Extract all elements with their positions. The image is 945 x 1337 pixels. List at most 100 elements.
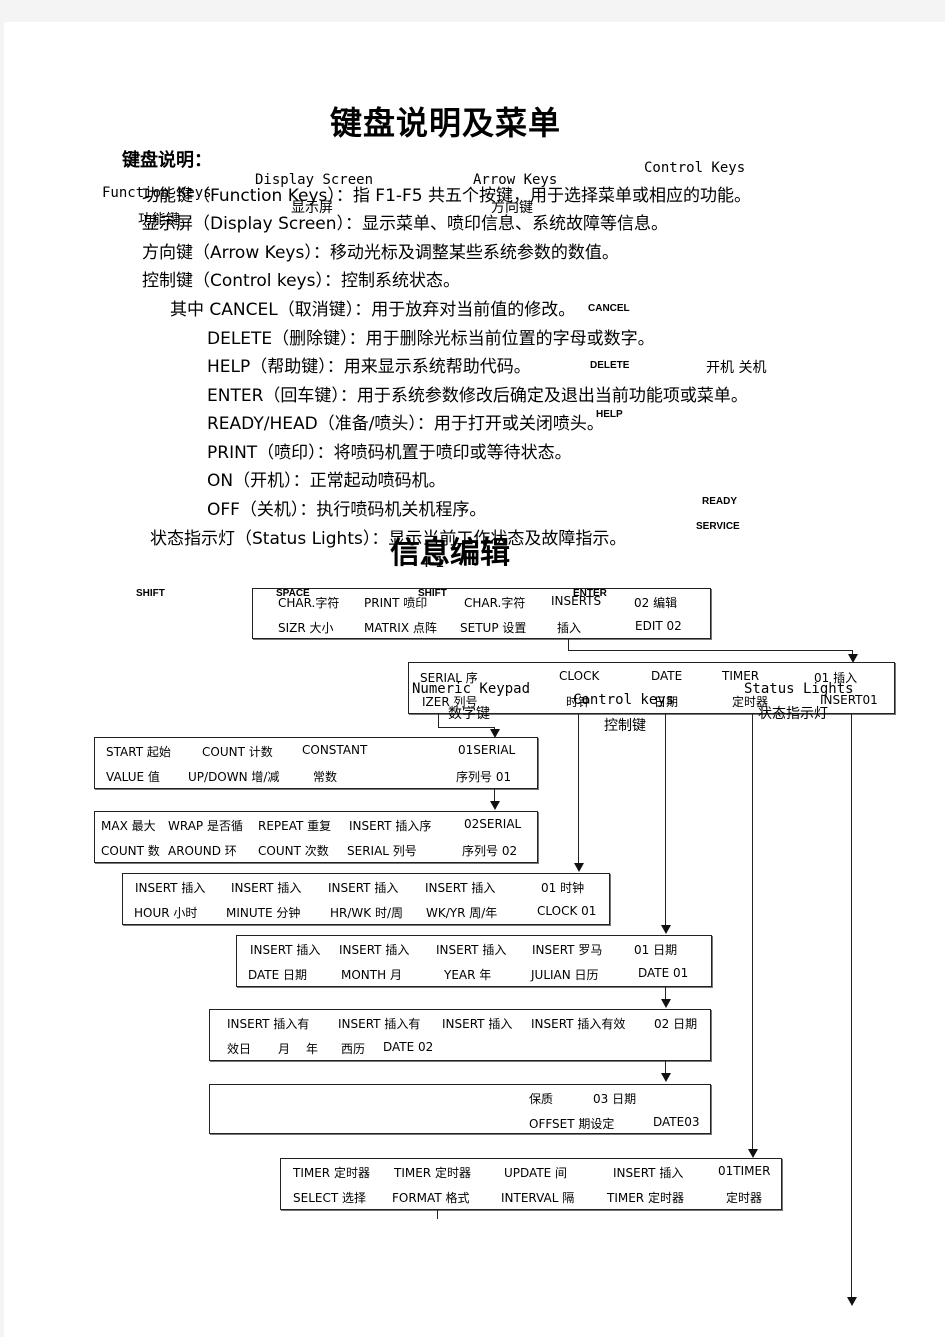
menu-cell: SIZR 大小 (278, 621, 334, 635)
label-arrow-keys-cn: 方向键 (491, 200, 533, 216)
menu-cell: WK/YR 周/年 (426, 906, 498, 920)
menu-cell: 西历 (341, 1042, 366, 1056)
line-enter: ENTER（回车键）：用于系统参数修改后确定及退出当前功能项或菜单。 (207, 386, 748, 406)
line-arrow-keys: 方向键（Arrow Keys）：移动光标及调整某些系统参数的数值。 (142, 243, 619, 263)
menu-cell: INSERT 插入有 (227, 1017, 310, 1031)
connector (851, 713, 852, 1297)
line-off: OFF（关机）：执行喷码机关机程序。 (207, 500, 487, 520)
menu-cell: INSERT 插入 (339, 943, 410, 957)
menu-cell: 02SERIAL (464, 817, 522, 831)
connector (665, 986, 666, 1000)
connector (665, 1060, 666, 1074)
connector (437, 1209, 438, 1219)
menu-cell: SELECT 选择 (293, 1191, 366, 1205)
line-function-keys: 功能键（Function Keys）：指 F1-F5 共五个按键，用于选择菜单或… (142, 186, 752, 206)
menu-cell: CLOCK (559, 669, 600, 683)
line-display-screen: 显示屏（Display Screen）：显示菜单、喷印信息、系统故障等信息。 (142, 214, 669, 234)
menu-cell: DATE (651, 669, 683, 683)
line-delete: DELETE（删除键）：用于删除光标当前位置的字母或数字。 (207, 329, 655, 349)
menu-cell: 序列号 01 (456, 770, 512, 784)
menu-cell: TIMER 定时器 (394, 1166, 471, 1180)
menu-cell: UPDATE 间 (504, 1166, 568, 1180)
label-control-keys2-en: Control keys (573, 692, 675, 708)
menu-cell: DATE 01 (638, 966, 689, 980)
menu-cell: INTERVAL 隔 (501, 1191, 575, 1205)
label-cancel: CANCEL (588, 303, 630, 314)
menu-cell: TIMER 定时器 (607, 1191, 684, 1205)
figure-number: 4-1 (420, 553, 445, 571)
line-control-keys: 控制键（Control keys）：控制系统状态。 (142, 271, 460, 291)
line-help: HELP（帮助键）：用来显示系统帮助代码。 (207, 357, 531, 377)
label-control-keys-en: Control Keys (644, 160, 746, 176)
menu-cell: MONTH 月 (341, 968, 402, 982)
menu-cell: INSERT 罗马 (532, 943, 603, 957)
menu-cell: JULIAN 日历 (531, 968, 599, 982)
menu-cell: 年 (306, 1042, 319, 1056)
label-function-keys-cn: 功能键 (138, 212, 180, 228)
menu-cell: YEAR 年 (444, 968, 492, 982)
menu-cell: INSERT 插入 (135, 881, 206, 895)
menu-cell: SERIAL 列号 (347, 844, 417, 858)
menu-cell: COUNT 计数 (202, 745, 273, 759)
menu-cell: EDIT 02 (635, 619, 682, 633)
menu-cell: 效日 (227, 1042, 252, 1056)
menu-cell: DATE 02 (383, 1040, 434, 1054)
line-status-lights: 状态指示灯（Status Lights）：显示当前工作状态及故障指示。 (150, 529, 627, 549)
menu-cell: MINUTE 分钟 (226, 906, 301, 920)
menu-cell: INSERT 插入 (613, 1166, 684, 1180)
connector (665, 713, 666, 925)
menu-cell: VALUE 值 (106, 770, 160, 784)
line-cancel: 其中 CANCEL（取消键）：用于放弃对当前值的修改。 (170, 300, 576, 320)
label-arrow-keys-en: Arrow Keys (473, 172, 558, 188)
menu-cell: START 起始 (106, 745, 171, 759)
arrow-head (661, 925, 671, 934)
menu-cell: CHAR.字符 (464, 596, 526, 610)
label-shift-left: SHIFT (136, 588, 165, 599)
menu-cell: UP/DOWN 增/减 (188, 770, 280, 784)
menu-cell: FORMAT 格式 (392, 1191, 470, 1205)
line-ready-head: READY/HEAD（准备/喷头）：用于打开或关闭喷头。 (207, 414, 604, 434)
menu-cell: 月 (278, 1042, 291, 1056)
menu-cell: SETUP 设置 (460, 621, 527, 635)
menu-cell: MATRIX 点阵 (364, 621, 437, 635)
connector (752, 713, 753, 1149)
menu-cell: AROUND 环 (168, 844, 237, 858)
label-status-lights-en: Status Lights (744, 681, 854, 697)
menu-cell: REPEAT 重复 (258, 819, 332, 833)
menu-cell: 序列号 02 (462, 844, 518, 858)
menu-cell: 定时器 (726, 1191, 763, 1205)
menu-cell: CHAR.字符 (278, 596, 340, 610)
menu-cell: INSERT 插入 (328, 881, 399, 895)
line-print: PRINT（喷印）：将喷码机置于喷印或等待状态。 (207, 443, 572, 463)
label-display-screen-cn: 显示屏 (291, 200, 333, 216)
menu-cell: COUNT 数 (101, 844, 160, 858)
connector (438, 713, 439, 727)
page-title: 键盘说明及菜单 (330, 104, 562, 142)
menu-cell: INSERT 插入有 (338, 1017, 421, 1031)
menu-cell: 01 时钟 (541, 881, 585, 895)
connector (438, 727, 494, 728)
menu-cell: INSERTS (551, 594, 602, 608)
menu-cell: INSERT 插入 (250, 943, 321, 957)
connector (568, 638, 569, 650)
menu-cell: CLOCK 01 (537, 904, 597, 918)
label-on-off: 开机 关机 (706, 360, 767, 376)
connector (494, 788, 495, 802)
label-control-keys2-cn: 控制键 (604, 718, 646, 734)
keyboard-heading: 键盘说明： (122, 150, 212, 171)
arrow-head (490, 801, 500, 810)
menu-cell: 02 编辑 (634, 596, 678, 610)
menu-cell: HR/WK 时/周 (330, 906, 403, 920)
line-on: ON（开机）：正常起动喷码机。 (207, 471, 446, 491)
menu-cell: CONSTANT (302, 743, 368, 757)
label-display-screen-en: Display Screen (255, 172, 374, 188)
arrow-head (574, 863, 584, 872)
connector (578, 713, 579, 863)
menu-cell: INSERT 插入 (231, 881, 302, 895)
menu-cell: INSERT 插入有效 (531, 1017, 626, 1031)
arrow-head (748, 1149, 758, 1158)
menu-cell: INSERT 插入序 (349, 819, 432, 833)
menu-cell: 01SERIAL (458, 743, 516, 757)
menu-cell: INSERT 插入 (442, 1017, 513, 1031)
menu-cell: 保质 (529, 1092, 554, 1106)
